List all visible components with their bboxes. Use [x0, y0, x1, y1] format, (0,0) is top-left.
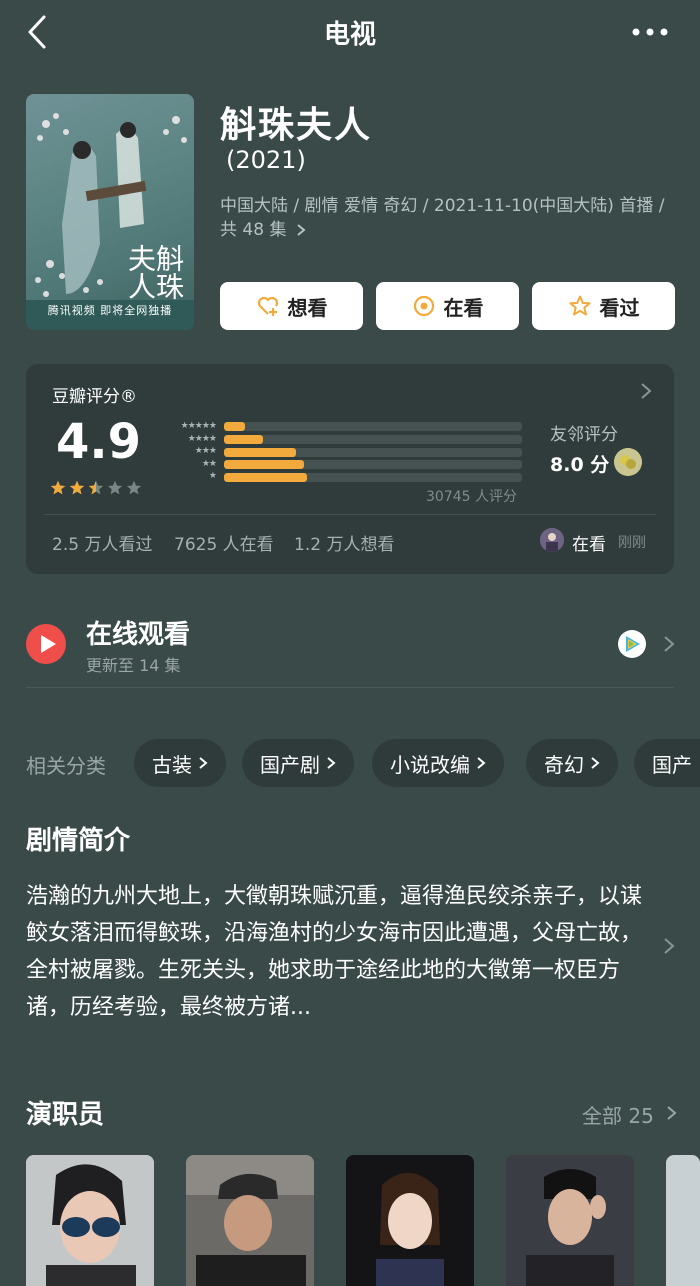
section-divider: [26, 687, 674, 688]
chevron-right-icon: [327, 757, 336, 769]
heart-plus-icon: [257, 296, 278, 316]
cast-portrait: [506, 1155, 634, 1286]
watching-button[interactable]: 在看: [376, 282, 519, 330]
chevron-right-icon: [477, 757, 486, 769]
online-watch-subtitle: 更新至 14 集: [86, 656, 181, 675]
star-outline-icon: [569, 295, 590, 316]
category-pill[interactable]: 国产: [634, 739, 700, 787]
category-pill[interactable]: 奇幻: [526, 739, 618, 787]
rating-card[interactable]: 豆瓣评分® 4.9 ★★★★★ ★★★★ ★★★ ★★ ★ 30745 人评分 友邻评分…: [26, 364, 674, 574]
categories-label: 相关分类: [26, 754, 106, 778]
chevron-right-icon: [199, 757, 208, 769]
poster-image[interactable]: 斛珠 夫人 腾讯视频 即将全网独播: [26, 94, 194, 330]
card-divider: [44, 514, 656, 515]
distribution-star-label: ★★★★: [187, 433, 217, 444]
category-pill[interactable]: 国产剧: [242, 739, 354, 787]
want-to-watch-button[interactable]: 想看: [220, 282, 363, 330]
distribution-bar: [224, 434, 522, 444]
page-title: 电视: [323, 20, 376, 50]
friend-watching-label: 在看: [572, 535, 606, 555]
distribution-bars: [224, 422, 522, 486]
distribution-bar-fill: [224, 434, 263, 444]
category-label: 国产: [652, 752, 692, 777]
star-icon: [50, 480, 66, 495]
star-icon: [69, 480, 85, 495]
show-meta-text: 中国大陆 / 剧情 爱情 奇幻 / 2021-11-10(中国大陆) 首播 / …: [220, 196, 665, 240]
cast-photo[interactable]: [186, 1155, 314, 1286]
distribution-bar-fill: [224, 460, 305, 470]
show-title: 斛珠夫人: [220, 105, 373, 146]
distribution-bar: [224, 460, 522, 470]
chevron-right-icon: [641, 383, 652, 399]
cast-photo[interactable]: [26, 1155, 154, 1286]
synopsis-text[interactable]: 浩瀚的九州大地上，大徵朝珠赋沉重，逼得渔民绞杀亲子，以谋鲛女落泪而得鲛珠，沿海渔…: [26, 878, 656, 1026]
distribution-bar-fill: [224, 422, 245, 431]
poster-caption: 腾讯视频 即将全网独播: [47, 304, 173, 317]
friend-avatar: [614, 448, 642, 476]
cast-photo[interactable]: [506, 1155, 634, 1286]
distribution-star-label: ★: [208, 471, 217, 481]
more-dots-icon: [632, 28, 668, 36]
distribution-bar-fill: [224, 473, 308, 483]
cast-all-link[interactable]: 全部 25: [582, 1100, 654, 1129]
distribution-bar-fill: [224, 447, 296, 457]
chevron-right-icon: [297, 224, 306, 236]
cast-portrait: [186, 1155, 314, 1286]
category-label: 奇幻: [544, 752, 584, 777]
friend-watching-avatar: [540, 528, 564, 552]
rating-label: 豆瓣评分®: [52, 387, 137, 407]
watched-button[interactable]: 看过: [532, 282, 675, 330]
distribution-star-label: ★★★★★: [180, 421, 217, 431]
show-meta[interactable]: 中国大陆 / 剧情 爱情 奇幻 / 2021-11-10(中国大陆) 首播 / …: [220, 194, 680, 242]
chevron-right-icon: [591, 757, 600, 769]
rating-stars: [50, 480, 142, 496]
star-icon: [107, 480, 123, 495]
target-circle-icon: [413, 295, 434, 317]
distribution-bar: [224, 473, 522, 483]
distribution-star-label: ★★: [201, 458, 217, 469]
distribution-bar: [224, 422, 522, 431]
want-label: 想看: [287, 295, 328, 320]
synopsis-title: 剧情简介: [26, 826, 131, 856]
friend-watching-time: 刚刚: [618, 535, 646, 551]
cast-portrait: [26, 1155, 154, 1286]
category-pill[interactable]: 小说改编: [372, 739, 504, 787]
stat-watching: 7625 人在看: [174, 535, 274, 555]
distribution-star-labels: ★★★★★ ★★★★ ★★★ ★★ ★: [156, 420, 217, 483]
online-watch-title: 在线观看: [86, 620, 191, 650]
rating-count: 30745 人评分: [426, 489, 517, 505]
category-label: 古装: [152, 752, 192, 777]
category-pill[interactable]: 古装: [134, 739, 226, 787]
play-icon: [26, 624, 66, 664]
chevron-right-icon: [664, 636, 675, 652]
more-button[interactable]: [628, 12, 672, 52]
star-icon: [88, 480, 104, 495]
chevron-right-icon: [664, 938, 675, 954]
stat-want: 1.2 万人想看: [294, 535, 395, 555]
rating-score: 4.9: [56, 414, 142, 470]
stat-watched: 2.5 万人看过: [52, 535, 153, 555]
distribution-star-label: ★★★: [194, 446, 217, 456]
star-icon: [126, 480, 142, 495]
category-label: 小说改编: [390, 752, 470, 777]
poster-title-art: 斛珠 夫人: [124, 244, 185, 300]
friend-rating-label: 友邻评分: [550, 425, 618, 445]
friend-rating-score: 8.0 分: [550, 454, 610, 476]
category-label: 国产剧: [260, 752, 320, 777]
cast-photo[interactable]: [666, 1155, 700, 1286]
cast-photo[interactable]: [346, 1155, 474, 1286]
show-year: (2021): [226, 146, 306, 174]
cast-title: 演职员: [26, 1100, 105, 1130]
tencent-video-icon: [618, 630, 646, 658]
cast-portrait: [346, 1155, 474, 1286]
distribution-bar: [224, 447, 522, 457]
chevron-right-icon: [667, 1106, 677, 1120]
watching-label: 在看: [443, 295, 484, 320]
watched-label: 看过: [599, 295, 640, 320]
